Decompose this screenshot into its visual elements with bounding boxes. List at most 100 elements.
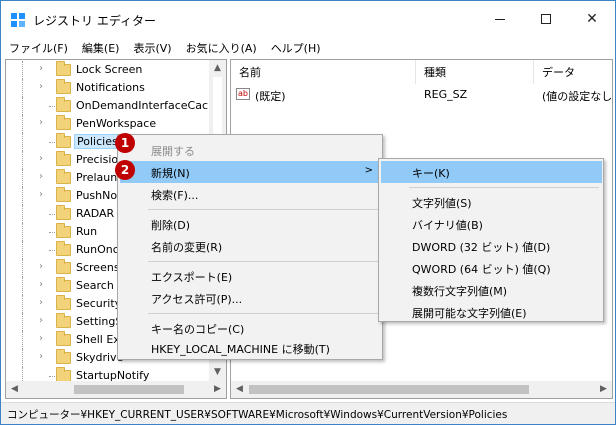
menu-edit[interactable]: 編集(E) (74, 37, 126, 57)
step-badge-1: 1 (115, 133, 135, 153)
submenu-item-key[interactable]: キー(K) (381, 161, 602, 183)
submenu-item-dword-value[interactable]: DWORD (32 ビット) 値(D) (381, 235, 602, 257)
tree-guide-line (22, 187, 24, 205)
expand-chevron-icon[interactable]: › (39, 171, 43, 182)
submenu-item-expandable-string-value[interactable]: 展開可能な文字列値(E) (381, 301, 602, 323)
scroll-left-icon[interactable]: ◀ (6, 381, 23, 398)
folder-icon (56, 97, 71, 112)
folder-icon (56, 331, 71, 346)
menu-item-rename[interactable]: 名前の変更(R) (120, 235, 381, 257)
menu-help[interactable]: ヘルプ(H) (263, 37, 327, 57)
scroll-right-icon[interactable]: ▶ (209, 381, 226, 398)
tree-guide-line (22, 115, 24, 133)
tree-item[interactable]: › Notifications (6, 79, 211, 97)
menu-item-goto-hklm[interactable]: HKEY_LOCAL_MACHINE に移動(T) (120, 337, 381, 359)
menu-item-label: HKEY_LOCAL_MACHINE に移動(T) (151, 343, 330, 356)
tree-item[interactable]: OnDemandInterfaceCach (6, 97, 215, 115)
tree-item-label: Run (76, 225, 98, 238)
tree-item[interactable]: › PenWorkspace (6, 115, 211, 133)
menu-item-label: バイナリ値(B) (412, 219, 483, 232)
folder-icon (56, 313, 71, 328)
submenu-item-binary-value[interactable]: バイナリ値(B) (381, 213, 602, 235)
list-hscroll-thumb[interactable] (249, 385, 529, 394)
expand-chevron-icon[interactable]: › (39, 351, 43, 362)
menu-view[interactable]: 表示(V) (125, 37, 177, 57)
tree-guide-line (22, 331, 24, 349)
expand-chevron-icon[interactable]: › (39, 153, 43, 164)
menu-item-label: 新規(N) (151, 167, 190, 180)
minimize-button[interactable] (477, 1, 523, 37)
submenu-item-string-value[interactable]: 文字列値(S) (381, 191, 602, 213)
tree-horizontal-scrollbar[interactable]: ◀ ▶ (6, 381, 226, 398)
menu-item-permissions[interactable]: アクセス許可(P)... (120, 287, 381, 309)
menu-separator (148, 261, 378, 262)
menu-favorites[interactable]: お気に入り(A) (178, 37, 263, 57)
menu-item-label: 展開する (151, 145, 195, 158)
folder-icon (56, 241, 71, 256)
tree-item-label: Prelaun (76, 171, 118, 184)
menu-item-delete[interactable]: 削除(D) (120, 213, 381, 235)
tree-guide-line (49, 142, 55, 143)
expand-chevron-icon[interactable]: › (39, 315, 43, 326)
tree-guide-line (22, 61, 24, 79)
folder-icon (56, 259, 71, 274)
tree-guide-line (49, 232, 55, 233)
scroll-right-icon[interactable]: ▶ (595, 381, 612, 398)
tree-guide-line (22, 277, 24, 295)
menu-item-label: キー名のコピー(C) (151, 323, 245, 336)
submenu-item-qword-value[interactable]: QWORD (64 ビット) 値(Q) (381, 257, 602, 279)
folder-icon (56, 133, 71, 148)
maximize-button[interactable] (523, 1, 569, 37)
menu-item-find[interactable]: 検索(F)... (120, 183, 381, 205)
folder-icon (56, 169, 71, 184)
menu-file[interactable]: ファイル(F) (1, 37, 74, 57)
close-button[interactable]: ✕ (569, 1, 615, 37)
tree-item-label: SettingS (76, 315, 123, 328)
menu-separator (148, 209, 378, 210)
folder-icon (56, 295, 71, 310)
tree-guide-line (22, 223, 24, 241)
expand-chevron-icon[interactable]: › (39, 261, 43, 272)
tree-item-label: PushNo (76, 189, 118, 202)
tree-guide-line (49, 214, 55, 215)
scroll-down-icon[interactable]: ▼ (209, 364, 226, 381)
tree-guide-line (22, 241, 24, 259)
list-horizontal-scrollbar[interactable]: ◀ ▶ (231, 381, 612, 398)
tree-hscroll-thumb[interactable] (74, 385, 184, 394)
menu-item-new[interactable]: 新規(N) > (120, 161, 381, 183)
tree-guide-line (22, 133, 24, 151)
expand-chevron-icon[interactable]: › (39, 117, 43, 128)
submenu-item-multi-string-value[interactable]: 複数行文字列値(M) (381, 279, 602, 301)
scroll-up-icon[interactable]: ▲ (209, 60, 226, 77)
menu-item-label: DWORD (32 ビット) 値(D) (412, 241, 551, 254)
tree-guide-line (22, 295, 24, 313)
tree-guide-line (22, 259, 24, 277)
expand-chevron-icon[interactable]: › (39, 189, 43, 200)
submenu-arrow-icon: > (364, 165, 373, 176)
context-menu: 展開する 新規(N) > 検索(F)... 削除(D) 名前の変更(R) エクスポ… (117, 134, 383, 360)
menu-item-export[interactable]: エクスポート(E) (120, 265, 381, 287)
title-bar: レジストリ エディター ✕ (1, 1, 615, 37)
expand-chevron-icon[interactable]: › (39, 279, 43, 290)
scroll-left-icon[interactable]: ◀ (231, 381, 248, 398)
expand-chevron-icon[interactable]: › (39, 333, 43, 344)
expand-chevron-icon[interactable]: › (39, 63, 43, 74)
expand-chevron-icon[interactable]: › (39, 297, 43, 308)
folder-icon (56, 151, 71, 166)
tree-item-label: Security (76, 297, 122, 310)
menu-item-expand[interactable]: 展開する (120, 139, 381, 161)
expand-chevron-icon[interactable]: › (39, 81, 43, 92)
status-bar-path: コンピューター¥HKEY_CURRENT_USER¥SOFTWARE¥Micro… (1, 402, 615, 424)
column-header-data[interactable]: データ (534, 60, 612, 84)
menu-item-label: 複数行文字列値(M) (412, 285, 508, 298)
column-header-name[interactable]: 名前 (231, 60, 416, 84)
tree-item[interactable]: › Lock Screen (6, 61, 211, 79)
column-header-type[interactable]: 種類 (416, 60, 534, 84)
menu-separator (409, 187, 599, 188)
list-item[interactable]: ab (既定) REG_SZ (値の設定なし (231, 86, 612, 104)
minimize-icon (495, 18, 505, 20)
tree-guide-line (22, 349, 24, 367)
menu-item-label: 検索(F)... (151, 189, 199, 202)
tree-item-label: RADAR (76, 207, 115, 220)
menu-item-copy-key-name[interactable]: キー名のコピー(C) (120, 317, 381, 339)
